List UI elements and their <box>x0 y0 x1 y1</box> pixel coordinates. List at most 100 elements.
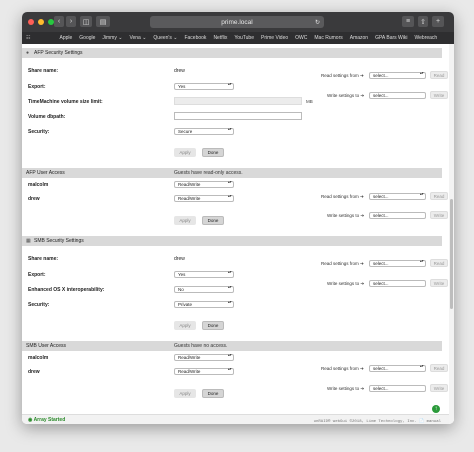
write-settings-select[interactable]: select... <box>369 280 426 287</box>
read-button[interactable]: Read <box>430 364 448 372</box>
read-button[interactable]: Read <box>430 192 448 200</box>
bookmark-item[interactable]: Queen's ⌄ <box>153 35 177 41</box>
write-settings-select[interactable]: select... <box>369 385 426 392</box>
share-button[interactable]: ⇧ <box>418 16 428 27</box>
write-button[interactable]: Write <box>430 279 448 287</box>
new-tab-button[interactable]: + <box>432 16 444 27</box>
address-text: prime.local <box>221 18 253 26</box>
apply-button[interactable]: Apply <box>174 389 196 398</box>
status-footer: ◉ Array Started unRAID® webGui ©2018, Li… <box>22 414 449 424</box>
bookmark-item[interactable]: Prime Video <box>261 35 288 41</box>
bookmark-item[interactable]: Webreach <box>415 35 438 41</box>
address-bar[interactable]: prime.local ↻ <box>150 16 324 28</box>
guest-access-note: Guests have read-only access. <box>174 170 243 176</box>
share-name-label: Share name: <box>28 256 59 262</box>
read-button[interactable]: Read <box>430 71 448 79</box>
read-settings-select[interactable]: select... <box>369 365 426 372</box>
read-settings-select[interactable]: select... <box>369 193 426 200</box>
export-select[interactable]: Yes <box>174 83 234 90</box>
read-settings-select[interactable]: select... <box>369 72 426 79</box>
guest-access-note: Guests have no access. <box>174 343 228 349</box>
scroll-to-top-button[interactable]: ↑ <box>432 405 440 413</box>
write-button[interactable]: Write <box>430 211 448 219</box>
bookmark-item[interactable]: Vena ⌄ <box>129 35 146 41</box>
minimize-window-button[interactable] <box>38 19 44 25</box>
reader-button[interactable]: ≡ <box>402 16 414 27</box>
read-settings-label: Read settings from ➔ <box>321 194 364 199</box>
security-label: Security: <box>28 302 50 308</box>
bookmark-item[interactable]: Mac Rumors <box>314 35 342 41</box>
bookmark-item[interactable]: Amazon <box>350 35 368 41</box>
done-button[interactable]: Done <box>202 389 224 398</box>
grid-icon[interactable]: ☷ <box>26 35 30 41</box>
read-settings-label: Read settings from ➔ <box>321 73 364 78</box>
write-settings-label: Write settings to ➔ <box>327 386 365 391</box>
apple-icon: ● <box>26 50 30 56</box>
reader-icon: ≡ <box>405 18 411 25</box>
write-button[interactable]: Write <box>430 384 448 392</box>
reload-icon[interactable]: ↻ <box>315 19 320 26</box>
chevron-right-icon: › <box>69 18 73 25</box>
share-icon: ⇧ <box>420 18 426 26</box>
dbpath-label: Volume dbpath: <box>28 114 66 120</box>
tab-overview-button[interactable]: ▤ <box>96 16 110 27</box>
done-button[interactable]: Done <box>202 216 224 225</box>
bookmark-item[interactable]: OWC <box>295 35 307 41</box>
afp-user-access-header: AFP User Access Guests have read-only ac… <box>22 168 442 178</box>
title-bar: ‹ › ◫ ▤ prime.local ↻ ≡ ⇧ + <box>22 12 454 32</box>
bookmark-item[interactable]: Google <box>79 35 95 41</box>
dbpath-input[interactable] <box>174 112 302 120</box>
bookmark-item[interactable]: GPA Bars Wiki <box>375 35 407 41</box>
user-name: malcolm <box>28 355 49 361</box>
sidebar-icon: ◫ <box>82 18 90 26</box>
sidebar-button[interactable]: ◫ <box>80 16 92 27</box>
apply-button[interactable]: Apply <box>174 148 196 157</box>
section-title: SMB Security Settings <box>34 238 84 244</box>
bookmark-item[interactable]: YouTube <box>234 35 254 41</box>
security-select[interactable]: Private <box>174 301 234 308</box>
scrollbar-thumb[interactable] <box>450 199 453 309</box>
apply-button[interactable]: Apply <box>174 216 196 225</box>
write-button[interactable]: Write <box>430 91 448 99</box>
windows-icon: ▦ <box>26 238 31 244</box>
forward-button[interactable]: › <box>66 16 76 27</box>
read-settings-select[interactable]: select... <box>369 260 426 267</box>
apply-button[interactable]: Apply <box>174 321 196 330</box>
user-access-select[interactable]: Read/Write <box>174 368 234 375</box>
bookmarks-bar: ☷ Apple Google Jimmy ⌄ Vena ⌄ Queen's ⌄ … <box>22 32 454 44</box>
bookmark-item[interactable]: Apple <box>59 35 72 41</box>
tabs-icon: ▤ <box>99 18 107 26</box>
enhanced-osx-select[interactable]: No <box>174 286 234 293</box>
security-label: Security: <box>28 129 50 135</box>
user-name: drew <box>28 369 40 375</box>
timemachine-label: TimeMachine volume size limit: <box>28 99 103 105</box>
timemachine-input[interactable] <box>174 97 302 105</box>
array-status: ◉ Array Started <box>28 417 66 423</box>
smb-user-access-header: SMB User Access Guests have no access. <box>22 341 442 351</box>
section-title: SMB User Access <box>26 343 67 349</box>
read-button[interactable]: Read <box>430 259 448 267</box>
page-content: ● AFP Security Settings Share name: drew… <box>22 44 454 424</box>
user-access-select[interactable]: Read/Write <box>174 354 234 361</box>
section-title: AFP User Access <box>26 170 65 176</box>
bookmark-item[interactable]: Netflix <box>213 35 227 41</box>
bookmark-item[interactable]: Jimmy ⌄ <box>102 35 122 41</box>
user-access-select[interactable]: Read/Write <box>174 195 234 202</box>
done-button[interactable]: Done <box>202 148 224 157</box>
write-settings-select[interactable]: select... <box>369 212 426 219</box>
write-settings-label: Write settings to ➔ <box>327 93 365 98</box>
back-button[interactable]: ‹ <box>54 16 64 27</box>
user-access-select[interactable]: Read/Write <box>174 181 234 188</box>
bookmark-item[interactable]: Facebook <box>184 35 206 41</box>
done-button[interactable]: Done <box>202 321 224 330</box>
close-window-button[interactable] <box>28 19 34 25</box>
window-controls <box>28 19 54 25</box>
write-settings-select[interactable]: select... <box>369 92 426 99</box>
section-title: AFP Security Settings <box>34 50 83 56</box>
scrollbar[interactable] <box>449 44 454 424</box>
security-select[interactable]: Secure <box>174 128 234 135</box>
write-settings-label: Write settings to ➔ <box>327 281 365 286</box>
write-settings-label: Write settings to ➔ <box>327 213 365 218</box>
export-select[interactable]: Yes <box>174 271 234 278</box>
enhanced-osx-label: Enhanced OS X interoperability: <box>28 287 105 293</box>
